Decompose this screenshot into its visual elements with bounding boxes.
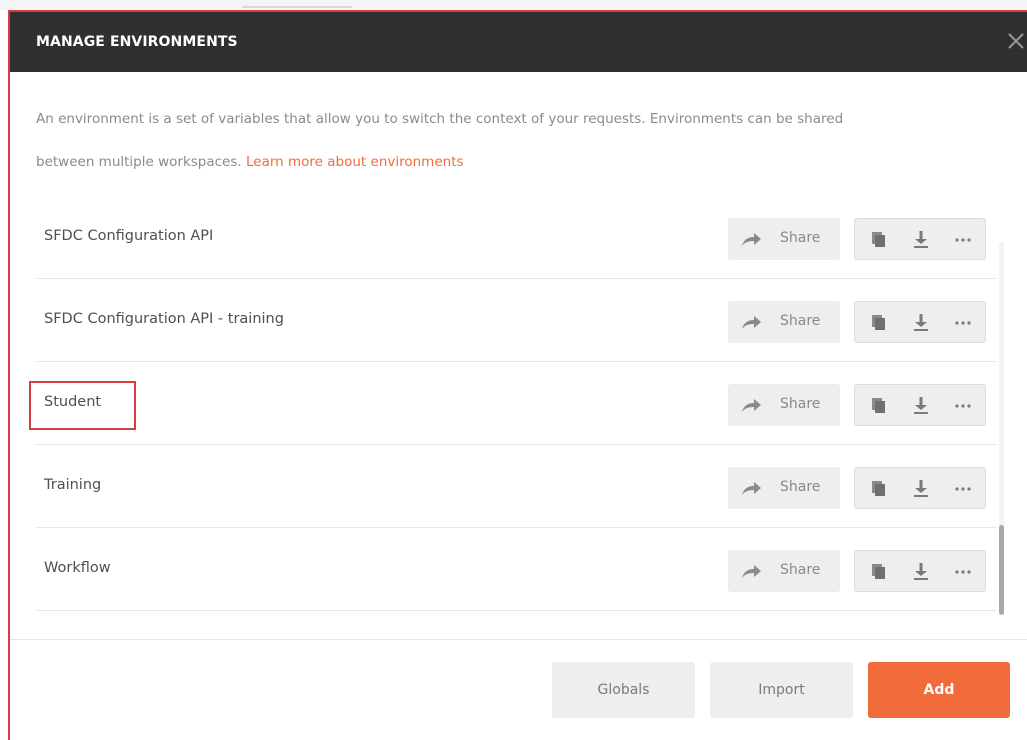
download-icon bbox=[914, 563, 928, 580]
share-label: Share bbox=[780, 396, 821, 412]
description-text-line2: between multiple workspaces. Learn more … bbox=[36, 141, 464, 184]
manage-environments-modal: MANAGE ENVIRONMENTS An environment is a … bbox=[8, 10, 1027, 740]
duplicate-icon bbox=[872, 315, 885, 330]
environment-row: Training Share bbox=[36, 445, 996, 528]
import-button[interactable]: Import bbox=[710, 662, 853, 718]
learn-more-link[interactable]: Learn more about environments bbox=[246, 154, 464, 170]
modal-header: MANAGE ENVIRONMENTS bbox=[10, 12, 1027, 72]
duplicate-button[interactable] bbox=[861, 302, 895, 342]
environment-list: SFDC Configuration API Share SFDC Config… bbox=[36, 196, 996, 611]
more-button[interactable] bbox=[945, 302, 979, 342]
environment-row: SFDC Configuration API Share bbox=[36, 196, 996, 279]
add-button[interactable]: Add bbox=[868, 662, 1010, 718]
duplicate-button[interactable] bbox=[861, 385, 895, 425]
share-button[interactable]: Share bbox=[728, 301, 840, 343]
more-icon bbox=[955, 487, 971, 491]
share-label: Share bbox=[780, 230, 821, 246]
share-arrow-icon bbox=[742, 233, 761, 246]
share-label: Share bbox=[780, 562, 821, 578]
duplicate-button[interactable] bbox=[861, 551, 895, 591]
download-button[interactable] bbox=[903, 219, 937, 259]
download-icon bbox=[914, 397, 928, 414]
background-tab-hint bbox=[242, 0, 352, 8]
share-label: Share bbox=[780, 313, 821, 329]
download-icon bbox=[914, 480, 928, 497]
environment-name[interactable]: Workflow bbox=[44, 560, 111, 576]
download-icon bbox=[914, 231, 928, 248]
more-icon bbox=[955, 238, 971, 242]
share-arrow-icon bbox=[742, 482, 761, 495]
duplicate-icon bbox=[872, 481, 885, 496]
duplicate-icon bbox=[872, 398, 885, 413]
more-icon bbox=[955, 570, 971, 574]
environment-actions bbox=[854, 384, 986, 426]
description-text-line1: An environment is a set of variables tha… bbox=[36, 111, 844, 127]
environment-name[interactable]: SFDC Configuration API - training bbox=[44, 311, 284, 327]
more-icon bbox=[955, 404, 971, 408]
scrollbar-thumb[interactable] bbox=[999, 525, 1004, 615]
more-button[interactable] bbox=[945, 385, 979, 425]
highlight-box-student bbox=[29, 381, 136, 430]
globals-button[interactable]: Globals bbox=[552, 662, 695, 718]
duplicate-icon bbox=[872, 232, 885, 247]
close-icon bbox=[1008, 33, 1024, 49]
share-arrow-icon bbox=[742, 399, 761, 412]
environment-actions bbox=[854, 301, 986, 343]
more-button[interactable] bbox=[945, 551, 979, 591]
download-icon bbox=[914, 314, 928, 331]
share-arrow-icon bbox=[742, 316, 761, 329]
close-button[interactable] bbox=[1005, 30, 1027, 54]
share-button[interactable]: Share bbox=[728, 550, 840, 592]
download-button[interactable] bbox=[903, 551, 937, 591]
environment-row: SFDC Configuration API - training Share bbox=[36, 279, 996, 362]
share-label: Share bbox=[780, 479, 821, 495]
duplicate-icon bbox=[872, 564, 885, 579]
more-icon bbox=[955, 321, 971, 325]
duplicate-button[interactable] bbox=[861, 219, 895, 259]
download-button[interactable] bbox=[903, 468, 937, 508]
share-button[interactable]: Share bbox=[728, 218, 840, 260]
download-button[interactable] bbox=[903, 385, 937, 425]
footer-divider bbox=[10, 639, 1027, 640]
background-app bbox=[0, 0, 1027, 10]
duplicate-button[interactable] bbox=[861, 468, 895, 508]
description-text-line2-text: between multiple workspaces. bbox=[36, 154, 242, 170]
more-button[interactable] bbox=[945, 468, 979, 508]
share-button[interactable]: Share bbox=[728, 467, 840, 509]
environment-actions bbox=[854, 218, 986, 260]
share-arrow-icon bbox=[742, 565, 761, 578]
environment-actions bbox=[854, 550, 986, 592]
environment-name[interactable]: SFDC Configuration API bbox=[44, 228, 213, 244]
environment-actions bbox=[854, 467, 986, 509]
environment-name[interactable]: Training bbox=[44, 477, 101, 493]
more-button[interactable] bbox=[945, 219, 979, 259]
share-button[interactable]: Share bbox=[728, 384, 840, 426]
environment-row: Student Share bbox=[36, 362, 996, 445]
modal-title: MANAGE ENVIRONMENTS bbox=[36, 34, 238, 50]
environment-row: Workflow Share bbox=[36, 528, 996, 611]
download-button[interactable] bbox=[903, 302, 937, 342]
